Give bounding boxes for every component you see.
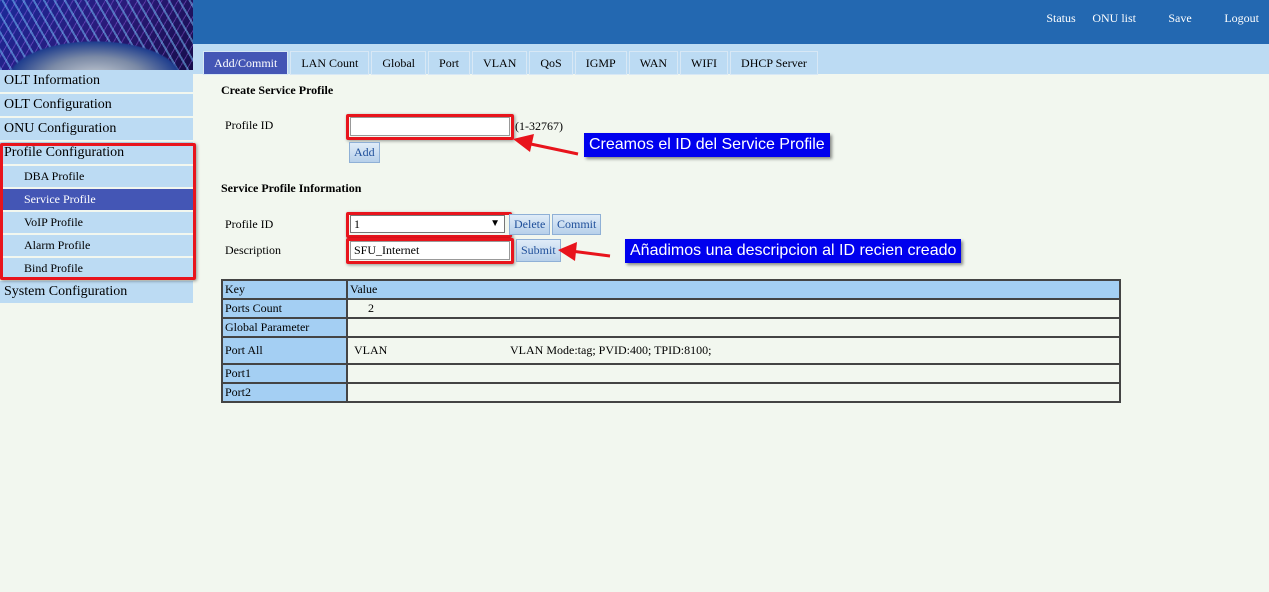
sidebar-item-olt-information[interactable]: OLT Information: [0, 70, 193, 92]
row-key: Ports Count: [221, 298, 348, 319]
logo-globe-image: [0, 0, 193, 70]
add-button[interactable]: Add: [349, 142, 380, 163]
tab-qos[interactable]: QoS: [529, 51, 573, 75]
callout-create-id: Creamos el ID del Service Profile: [584, 133, 830, 157]
sidebar-subitem-alarm-profile[interactable]: Alarm Profile: [0, 235, 193, 256]
onu-list-link[interactable]: ONU list: [1092, 11, 1168, 26]
header-key: Key: [221, 279, 348, 300]
tab-wan[interactable]: WAN: [628, 51, 679, 75]
description-input[interactable]: [350, 241, 510, 260]
profile-id-select[interactable]: 1 ▼: [350, 215, 505, 233]
tab-port[interactable]: Port: [428, 51, 471, 75]
arrow-annotation-2: [558, 242, 611, 261]
tab-dhcp-server[interactable]: DHCP Server: [730, 51, 818, 75]
row-key: Port1: [221, 363, 348, 384]
sidebar-subitem-bind-profile[interactable]: Bind Profile: [0, 258, 193, 279]
header-value: Value: [346, 279, 1121, 300]
tab-vlan[interactable]: VLAN: [472, 51, 528, 75]
status-link[interactable]: Status: [1046, 11, 1092, 26]
sidebar-item-profile-configuration[interactable]: Profile Configuration: [0, 142, 193, 164]
table-row: Port2: [221, 382, 1121, 403]
tab-global[interactable]: Global: [371, 51, 427, 75]
tab-igmp[interactable]: IGMP: [574, 51, 627, 75]
create-profile-id-label: Profile ID: [225, 118, 274, 132]
sidebar-item-olt-configuration[interactable]: OLT Configuration: [0, 94, 193, 116]
description-label: Description: [225, 243, 281, 257]
arrow-annotation-1: [513, 134, 579, 156]
port-all-vlan-label: VLAN: [354, 343, 388, 357]
commit-button[interactable]: Commit: [552, 214, 602, 235]
logout-link[interactable]: Logout: [1224, 11, 1259, 26]
sidebar: OLT Information OLT Configuration ONU Co…: [0, 70, 193, 305]
row-key: Port2: [221, 382, 348, 403]
save-link[interactable]: Save: [1168, 11, 1224, 26]
table-row: Port1: [221, 363, 1121, 384]
submit-button[interactable]: Submit: [516, 239, 561, 262]
chevron-down-icon: ▼: [490, 218, 500, 229]
delete-button[interactable]: Delete: [509, 214, 551, 235]
sidebar-item-system-configuration[interactable]: System Configuration: [0, 281, 193, 303]
row-key: Port All: [221, 336, 348, 365]
create-profile-id-input[interactable]: [350, 117, 510, 136]
table-row: Ports Count 2: [221, 298, 1121, 319]
port-all-vlan-detail: VLAN Mode:tag; PVID:400; TPID:8100;: [510, 343, 712, 357]
sidebar-item-onu-configuration[interactable]: ONU Configuration: [0, 118, 193, 140]
tab-add-commit[interactable]: Add/Commit: [203, 51, 289, 75]
info-profile-id-label: Profile ID: [225, 217, 274, 231]
table-row: Port All VLAN VLAN Mode:tag; PVID:400; TP…: [221, 336, 1121, 365]
sidebar-subitem-voip-profile[interactable]: VoIP Profile: [0, 212, 193, 233]
create-service-profile-title: Create Service Profile: [221, 83, 334, 97]
row-key: Global Parameter: [221, 317, 348, 338]
profile-id-selected-value: 1: [354, 217, 360, 231]
tab-bar: Add/Commit LAN Count Global Port VLAN Qo…: [193, 44, 1269, 75]
tab-wifi[interactable]: WIFI: [680, 51, 729, 75]
row-value: [346, 382, 1121, 403]
top-links: Status ONU list Save Logout: [1046, 11, 1259, 26]
table-row: Global Parameter: [221, 317, 1121, 338]
row-value: VLAN VLAN Mode:tag; PVID:400; TPID:8100;: [346, 336, 1121, 365]
table-header-row: Key Value: [221, 279, 1121, 300]
row-value: 2: [346, 298, 1121, 319]
callout-add-description: Añadimos una descripcion al ID recien cr…: [625, 239, 962, 263]
tab-lan-count[interactable]: LAN Count: [290, 51, 370, 75]
service-profile-table: Key Value Ports Count 2 Global Parameter…: [221, 279, 1121, 403]
service-profile-information-title: Service Profile Information: [221, 181, 362, 195]
row-value: [346, 317, 1121, 338]
sidebar-subitem-service-profile[interactable]: Service Profile: [0, 189, 193, 210]
row-value: [346, 363, 1121, 384]
sidebar-subitem-dba-profile[interactable]: DBA Profile: [0, 166, 193, 187]
